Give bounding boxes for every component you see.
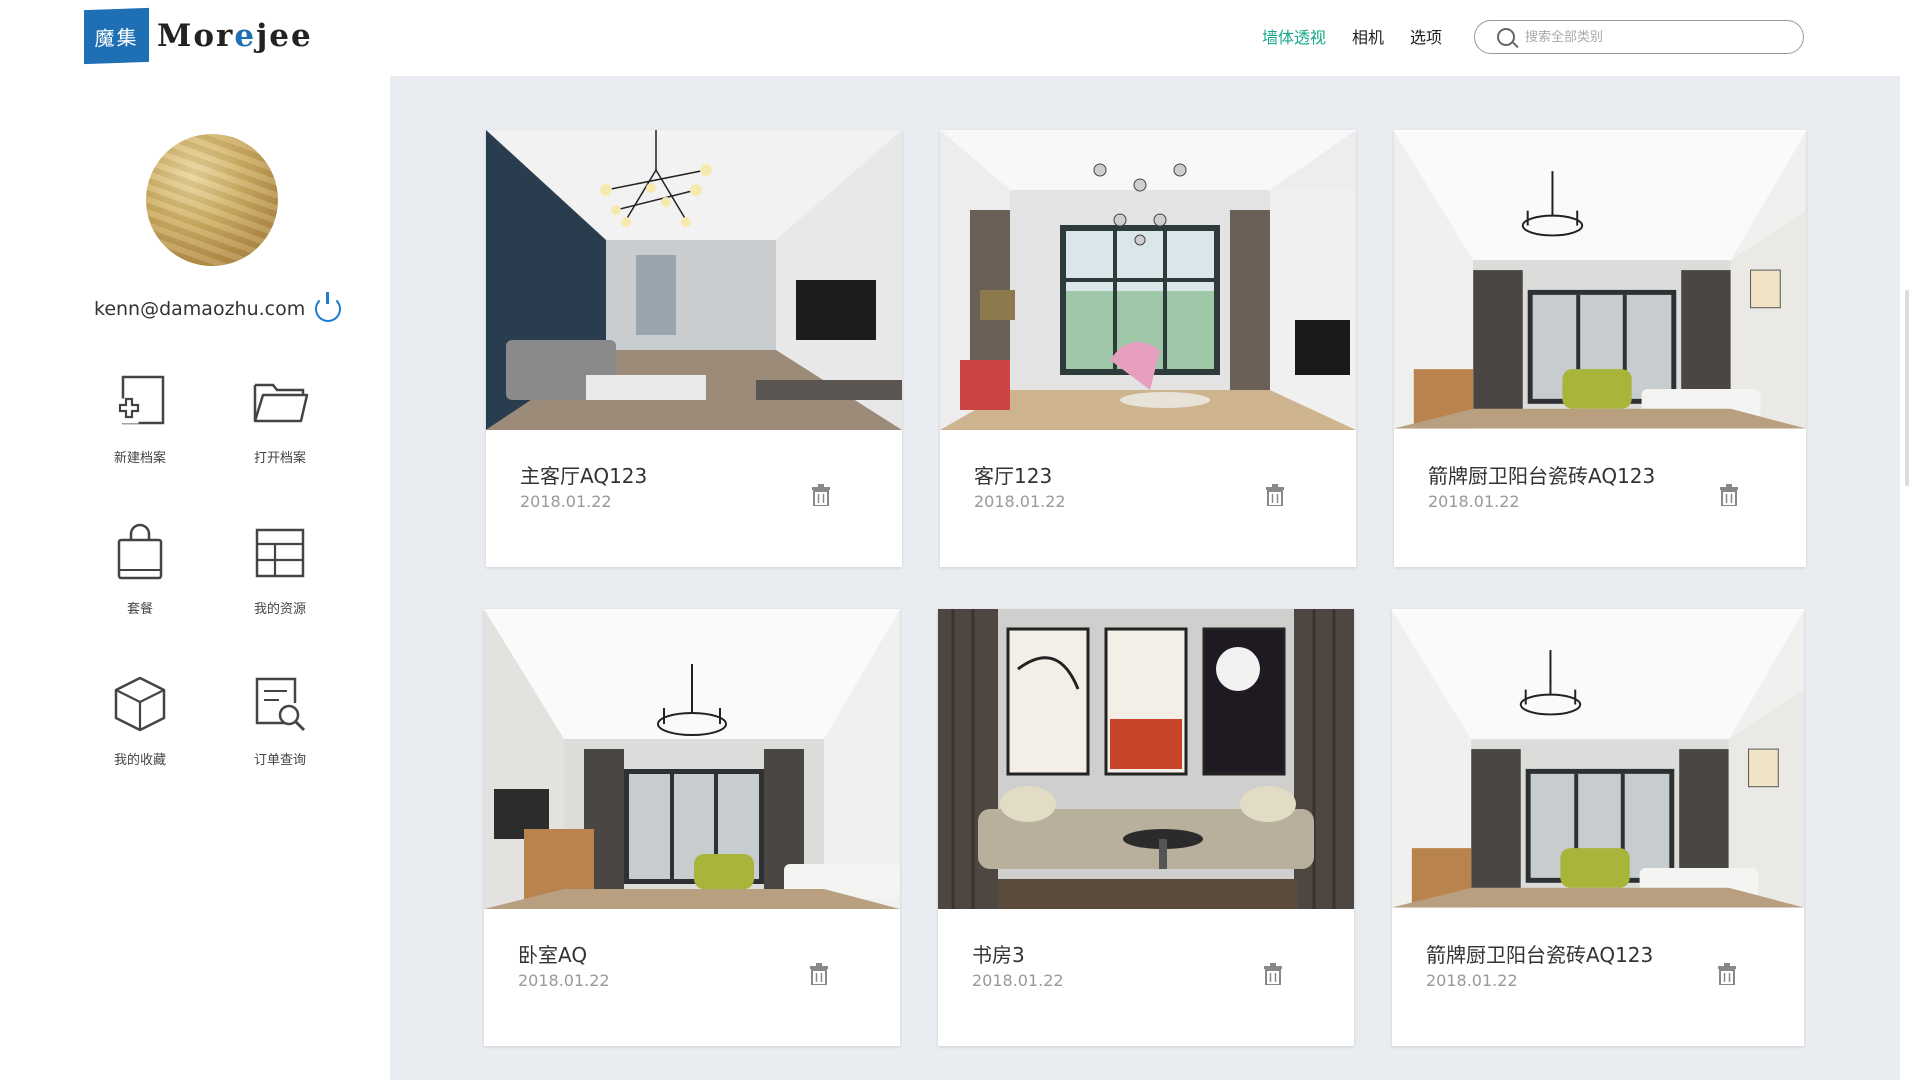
- living-room-image: [1392, 610, 1804, 908]
- app-logo[interactable]: 魔集 Morejee: [84, 7, 313, 65]
- trash-icon[interactable]: [812, 484, 830, 506]
- project-title: 卧室AQ: [518, 943, 588, 967]
- study-room-image: [938, 609, 1354, 909]
- trash-icon[interactable]: [1264, 963, 1282, 985]
- nav-wall-perspective[interactable]: 墙体透视: [1262, 24, 1326, 48]
- project-card[interactable]: 箭牌厨卫阳台瓷砖AQ123 2018.01.22: [1394, 130, 1806, 567]
- project-date: 2018.01.22: [1426, 971, 1518, 990]
- menu-favorites-label: 我的收藏: [113, 753, 166, 768]
- project-date: 2018.01.22: [974, 492, 1066, 511]
- menu-my-resources-label: 我的资源: [253, 602, 306, 617]
- shopping-bag-icon: [117, 523, 163, 580]
- project-date: 2018.01.22: [518, 971, 610, 990]
- project-title: 箭牌厨卫阳台瓷砖AQ123: [1426, 943, 1654, 967]
- project-date: 2018.01.22: [972, 971, 1064, 990]
- grid-table-icon: [255, 528, 305, 578]
- scrollbar-track[interactable]: [1900, 76, 1920, 1080]
- project-date: 2018.01.22: [520, 492, 612, 511]
- project-card[interactable]: 书房3 2018.01.22: [938, 609, 1354, 1046]
- project-thumbnail[interactable]: [938, 609, 1354, 909]
- menu-new-file-label: 新建档案: [113, 451, 166, 466]
- scrollbar-thumb[interactable]: [1905, 290, 1909, 486]
- project-thumbnail[interactable]: [1394, 130, 1806, 430]
- sidebar: kenn@damaozhu.com 新建档案 打开档案 套餐 我的资源 我的收藏…: [0, 76, 390, 1080]
- search-box[interactable]: [1474, 20, 1804, 54]
- search-input[interactable]: [1525, 29, 1785, 45]
- search-icon: [1497, 28, 1515, 46]
- project-thumbnail[interactable]: [1392, 609, 1804, 909]
- project-date: 2018.01.22: [1428, 492, 1520, 511]
- menu-open-file[interactable]: 打开档案: [210, 371, 350, 466]
- bedroom-image: [484, 609, 900, 909]
- cube-icon: [114, 676, 166, 732]
- avatar[interactable]: [146, 134, 278, 266]
- menu-my-resources[interactable]: 我的资源: [210, 522, 350, 617]
- project-thumbnail[interactable]: [486, 130, 902, 430]
- project-title: 书房3: [972, 943, 1025, 967]
- project-card[interactable]: 客厅123 2018.01.22: [940, 130, 1356, 567]
- order-search-icon: [255, 677, 306, 732]
- top-header: 魔集 Morejee 墙体透视 相机 选项: [0, 0, 1920, 76]
- project-title: 箭牌厨卫阳台瓷砖AQ123: [1428, 464, 1656, 488]
- logo-text: Morejee: [157, 18, 313, 54]
- nav-options[interactable]: 选项: [1410, 24, 1442, 48]
- menu-order-search[interactable]: 订单查询: [210, 673, 350, 768]
- user-email-row: kenn@damaozhu.com: [94, 292, 342, 322]
- open-folder-icon: [253, 383, 309, 423]
- project-thumbnail[interactable]: [484, 609, 900, 909]
- project-card[interactable]: 箭牌厨卫阳台瓷砖AQ123 2018.01.22: [1392, 609, 1804, 1046]
- user-email: kenn@damaozhu.com: [94, 298, 306, 320]
- trash-icon[interactable]: [1720, 484, 1738, 506]
- living-room-image: [940, 130, 1356, 430]
- new-file-icon: [113, 375, 165, 425]
- project-title: 客厅123: [974, 464, 1053, 488]
- living-room-image: [1394, 131, 1806, 429]
- trash-icon[interactable]: [810, 963, 828, 985]
- power-icon[interactable]: [315, 292, 342, 322]
- project-title: 主客厅AQ123: [520, 464, 648, 488]
- menu-favorites[interactable]: 我的收藏: [70, 673, 210, 768]
- menu-new-file[interactable]: 新建档案: [70, 371, 210, 466]
- nav-camera[interactable]: 相机: [1352, 24, 1384, 48]
- living-room-image: [486, 130, 902, 430]
- trash-icon[interactable]: [1718, 963, 1736, 985]
- project-thumbnail[interactable]: [940, 130, 1356, 430]
- trash-icon[interactable]: [1266, 484, 1284, 506]
- project-card[interactable]: 主客厅AQ123 2018.01.22: [486, 130, 902, 567]
- menu-open-file-label: 打开档案: [253, 451, 306, 466]
- sidebar-menu: 新建档案 打开档案 套餐 我的资源 我的收藏 订单查询: [70, 371, 350, 768]
- top-nav: 墙体透视 相机 选项: [1262, 24, 1442, 48]
- menu-package[interactable]: 套餐: [70, 522, 210, 617]
- project-card[interactable]: 卧室AQ 2018.01.22: [484, 609, 900, 1046]
- menu-order-search-label: 订单查询: [253, 753, 306, 768]
- logo-mark: 魔集: [84, 7, 149, 65]
- menu-package-label: 套餐: [126, 602, 153, 617]
